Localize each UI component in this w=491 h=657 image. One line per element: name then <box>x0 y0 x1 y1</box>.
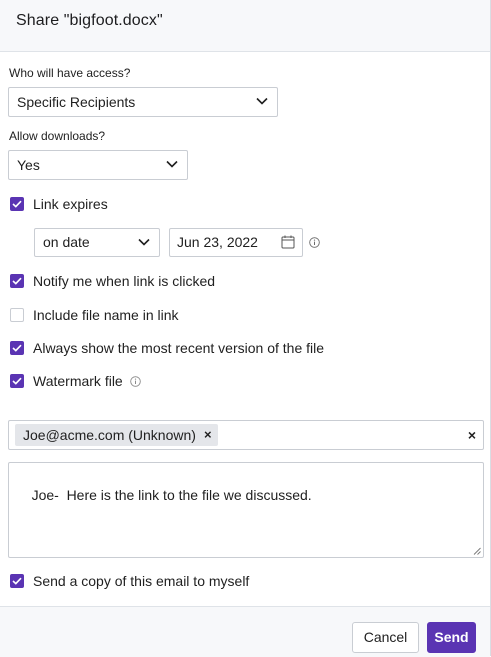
remove-recipient-icon[interactable]: × <box>204 424 212 446</box>
check-icon <box>12 377 22 385</box>
calendar-icon[interactable] <box>281 235 295 249</box>
expiry-mode-value: on date <box>43 234 90 250</box>
dialog-header: Share "bigfoot.docx" <box>0 0 490 52</box>
watermark-label: Watermark file <box>33 373 123 389</box>
send-copy-checkbox-row[interactable]: Send a copy of this email to myself <box>10 573 249 589</box>
watermark-checkbox[interactable] <box>10 374 24 388</box>
recent-version-label: Always show the most recent version of t… <box>33 340 325 356</box>
chevron-down-icon <box>166 160 178 168</box>
include-filename-label: Include file name in link <box>33 307 179 323</box>
link-expires-label: Link expires <box>33 196 108 212</box>
access-select-value: Specific Recipients <box>17 94 136 110</box>
info-icon[interactable] <box>129 375 141 387</box>
expiry-date-input[interactable]: Jun 23, 2022 <box>169 228 303 257</box>
expiry-date-value: Jun 23, 2022 <box>177 234 258 250</box>
message-textarea[interactable]: Joe- Here is the link to the file we dis… <box>8 462 484 558</box>
clear-recipients-icon[interactable]: × <box>468 425 476 445</box>
cancel-button[interactable]: Cancel <box>352 622 419 653</box>
access-select[interactable]: Specific Recipients <box>8 87 278 117</box>
include-filename-checkbox-row[interactable]: Include file name in link <box>10 307 179 323</box>
link-expires-checkbox[interactable] <box>10 197 24 211</box>
watermark-checkbox-row[interactable]: Watermark file <box>10 373 141 389</box>
info-icon[interactable] <box>309 237 320 248</box>
resize-handle-icon[interactable] <box>473 547 481 555</box>
downloads-select-value: Yes <box>17 157 40 173</box>
send-button[interactable]: Send <box>427 622 476 653</box>
downloads-select[interactable]: Yes <box>8 150 188 180</box>
check-icon <box>12 200 22 208</box>
check-icon <box>12 577 22 585</box>
message-text: Joe- Here is the link to the file we dis… <box>31 487 312 503</box>
link-expires-checkbox-row[interactable]: Link expires <box>10 196 108 212</box>
expiry-mode-select[interactable]: on date <box>34 228 160 257</box>
notify-clicked-checkbox[interactable] <box>10 274 24 288</box>
share-dialog: Share "bigfoot.docx" Who will have acces… <box>0 0 491 657</box>
recent-version-checkbox-row[interactable]: Always show the most recent version of t… <box>10 340 324 356</box>
recipient-chip: Joe@acme.com (Unknown) × <box>15 424 218 446</box>
send-copy-checkbox[interactable] <box>10 574 24 588</box>
chevron-down-icon <box>138 238 150 246</box>
include-filename-checkbox[interactable] <box>10 308 24 322</box>
dialog-title: Share "bigfoot.docx" <box>16 12 163 29</box>
send-copy-label: Send a copy of this email to myself <box>33 573 250 589</box>
downloads-label: Allow downloads? <box>9 129 106 143</box>
dialog-footer: Cancel Send <box>0 606 490 657</box>
chevron-down-icon <box>256 97 268 105</box>
check-icon <box>12 344 22 352</box>
access-label: Who will have access? <box>9 66 131 80</box>
recipients-input[interactable]: Joe@acme.com (Unknown) × × <box>8 420 484 450</box>
recipient-chip-label: Joe@acme.com (Unknown) <box>23 427 196 443</box>
notify-clicked-checkbox-row[interactable]: Notify me when link is clicked <box>10 273 215 289</box>
recent-version-checkbox[interactable] <box>10 341 24 355</box>
notify-clicked-label: Notify me when link is clicked <box>33 273 216 289</box>
check-icon <box>12 277 22 285</box>
